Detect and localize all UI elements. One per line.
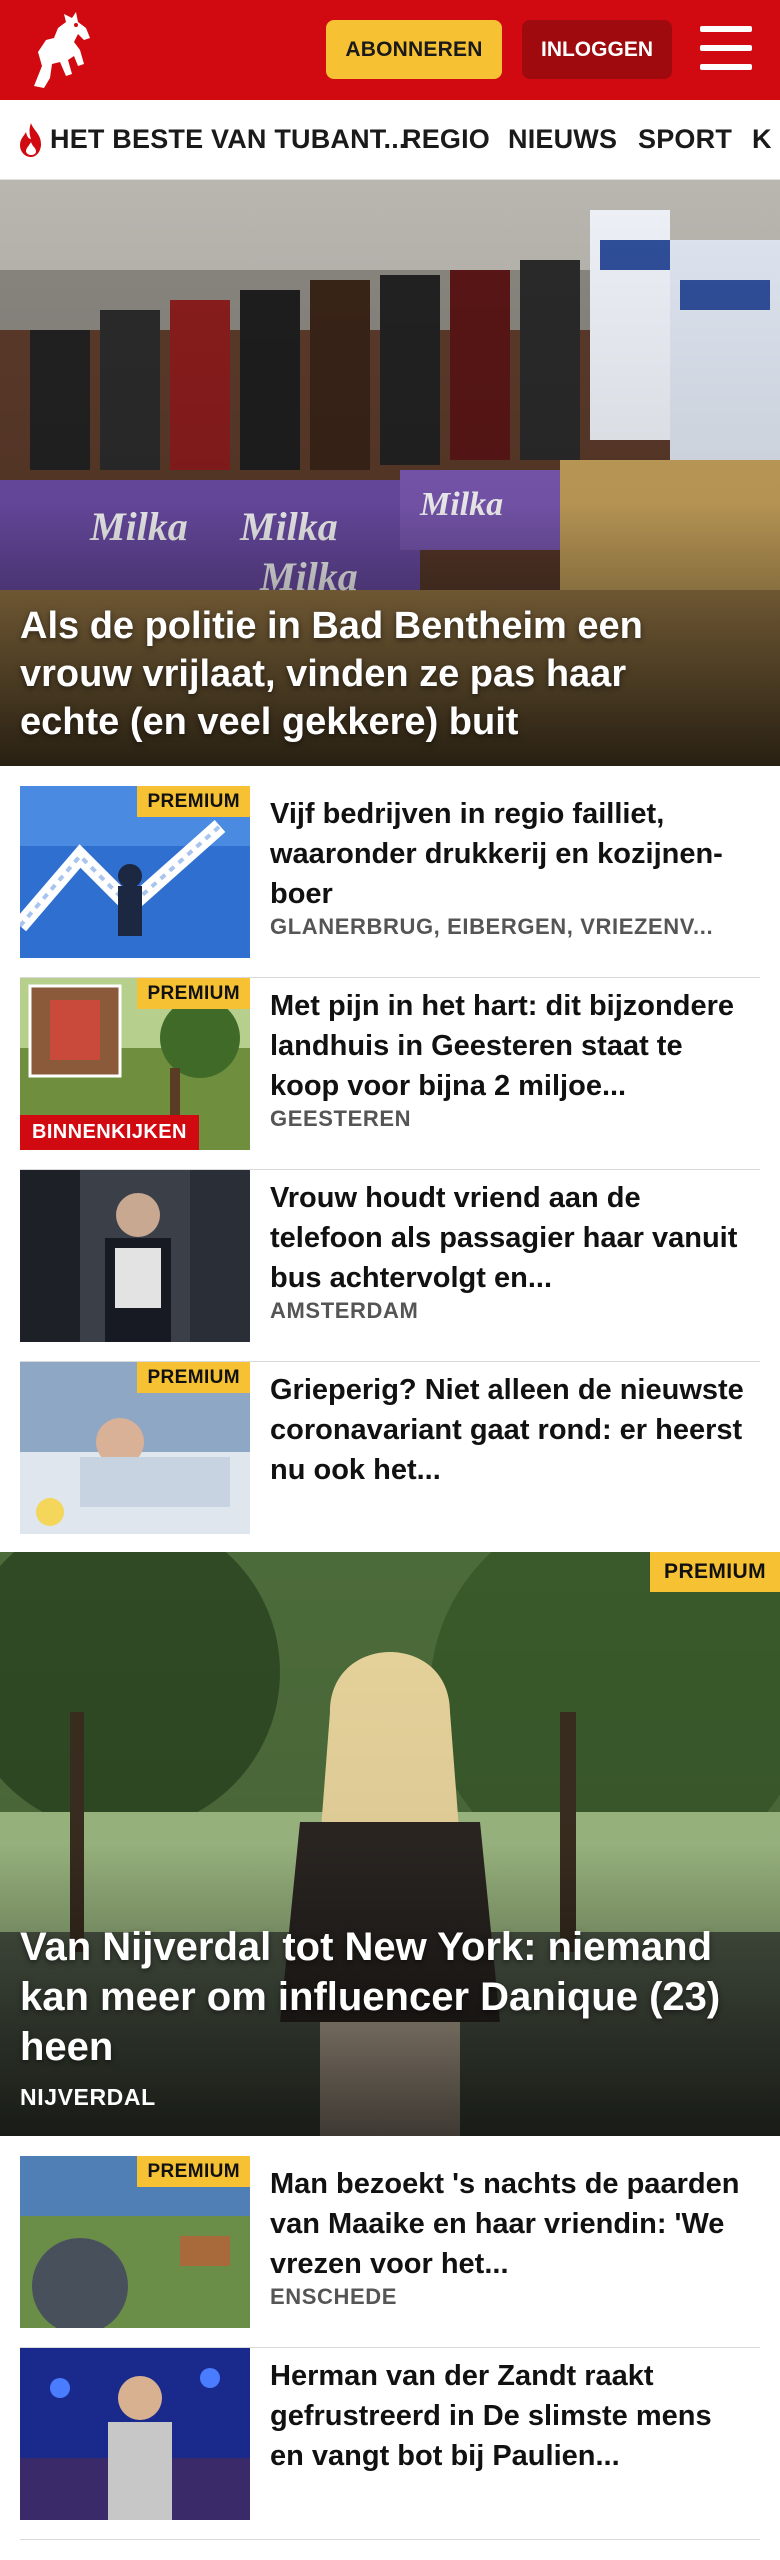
list-item[interactable]: PREMIUM Man bezoekt 's nachts de paarden… xyxy=(20,2156,760,2348)
hamburger-menu-icon[interactable] xyxy=(700,26,752,70)
article-title[interactable]: Man bezoekt 's nachts de paarden van Maa… xyxy=(270,2164,750,2284)
feature-article[interactable]: PREMIUM Van Nijverdal tot New York: niem… xyxy=(0,1552,780,2136)
nav-item-nieuws[interactable]: NIEUWS xyxy=(508,124,617,155)
premium-badge: PREMIUM xyxy=(137,978,250,1009)
flame-icon xyxy=(20,123,41,157)
article-thumbnail: PREMIUM xyxy=(20,786,250,958)
nav-item-more[interactable]: K xyxy=(752,124,772,155)
section-nav: HET BESTE VAN TUBANT... REGIO NIEUWS SPO… xyxy=(0,100,780,180)
article-thumbnail: PREMIUM xyxy=(20,1362,250,1534)
horse-logo-icon[interactable] xyxy=(20,8,104,92)
feature-title[interactable]: Van Nijverdal tot New York: niemand kan … xyxy=(20,1922,760,2072)
article-title[interactable]: Vrouw houdt vriend aan de telefoon als p… xyxy=(270,1178,750,1298)
article-location: ENSCHEDE xyxy=(270,2284,398,2309)
nav-item-best-of[interactable]: HET BESTE VAN TUBANT... xyxy=(50,124,407,155)
hero-article[interactable]: Milka Milka Milka Milka Als de politie i… xyxy=(0,180,780,766)
premium-badge: PREMIUM xyxy=(650,1552,780,1592)
article-location: GEESTEREN xyxy=(270,1106,412,1131)
login-button[interactable]: INLOGGEN xyxy=(522,20,672,79)
article-title[interactable]: Herman van der Zandt raakt gefrustreerd … xyxy=(270,2356,750,2476)
article-location: AMSTERDAM xyxy=(270,1298,419,1323)
nav-item-regio[interactable]: REGIO xyxy=(402,124,490,155)
list-item[interactable]: Vrouw houdt vriend aan de telefoon als p… xyxy=(20,1170,760,1362)
feature-location: NIJVERDAL xyxy=(20,2084,156,2110)
list-item[interactable]: PREMIUM BINNENKIJKEN Met pijn in het har… xyxy=(20,978,760,1170)
article-location: GLANERBRUG, EIBERGEN, VRIEZENV... xyxy=(270,914,714,939)
premium-badge: PREMIUM xyxy=(137,786,250,817)
article-title[interactable]: Grieperig? Niet alleen de nieuwste coron… xyxy=(270,1370,750,1490)
article-thumbnail xyxy=(20,2348,250,2520)
list-item[interactable]: Herman van der Zandt raakt gefrustreerd … xyxy=(20,2348,760,2540)
list-item[interactable]: PREMIUM Grieperig? Niet alleen de nieuws… xyxy=(20,1362,760,1554)
subscribe-button[interactable]: ABONNEREN xyxy=(326,20,502,79)
premium-badge: PREMIUM xyxy=(137,2156,250,2187)
article-thumbnail: PREMIUM BINNENKIJKEN xyxy=(20,978,250,1150)
hero-title[interactable]: Als de politie in Bad Bentheim een vrouw… xyxy=(20,602,720,746)
article-title[interactable]: Vijf bedrijven in regio failliet, waaron… xyxy=(270,794,750,914)
article-title[interactable]: Met pijn in het hart: dit bijzondere lan… xyxy=(270,986,750,1106)
premium-badge: PREMIUM xyxy=(137,1362,250,1393)
site-header: ABONNEREN INLOGGEN xyxy=(0,0,780,100)
list-item[interactable]: PREMIUM Vijf bedrijven in regio failliet… xyxy=(20,786,760,978)
binnenkijken-label: BINNENKIJKEN xyxy=(20,1115,199,1150)
article-thumbnail: PREMIUM xyxy=(20,2156,250,2328)
nav-item-sport[interactable]: SPORT xyxy=(638,124,732,155)
article-thumbnail xyxy=(20,1170,250,1342)
